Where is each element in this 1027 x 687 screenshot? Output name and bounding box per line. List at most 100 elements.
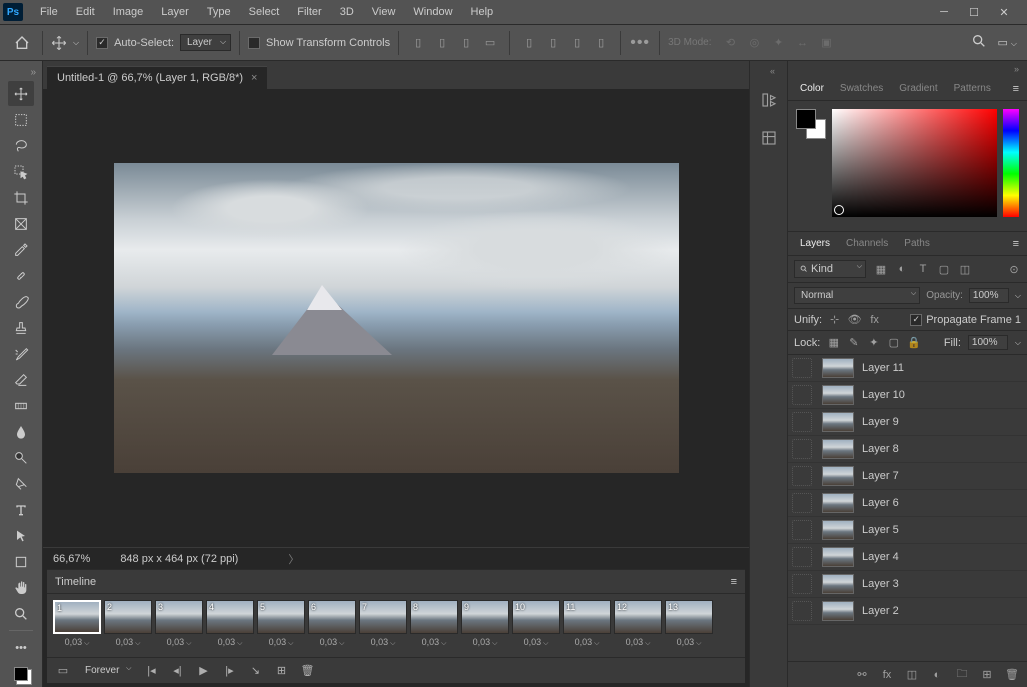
menu-help[interactable]: Help	[462, 0, 503, 25]
layer-thumbnail[interactable]	[822, 547, 854, 567]
gradient-tool[interactable]	[8, 393, 34, 418]
layer-group-icon[interactable]: 🗀	[955, 665, 969, 684]
history-brush-tool[interactable]	[8, 341, 34, 366]
duplicate-frame-icon[interactable]: ⊞	[273, 664, 289, 677]
brush-tool[interactable]	[8, 289, 34, 314]
filter-smart-icon[interactable]: ◫	[958, 262, 972, 276]
layer-row[interactable]: Layer 5	[788, 517, 1027, 544]
timeline-frame[interactable]: 10,03	[53, 600, 101, 651]
layer-row[interactable]: Layer 3	[788, 571, 1027, 598]
auto-select-checkbox[interactable]	[96, 37, 108, 49]
zoom-tool[interactable]	[8, 601, 34, 626]
frame-tool[interactable]	[8, 211, 34, 236]
link-layers-icon[interactable]: ⚯	[855, 668, 869, 681]
layer-thumbnail[interactable]	[822, 520, 854, 540]
path-select-tool[interactable]	[8, 523, 34, 548]
move-tool-icon[interactable]: ⌵	[51, 35, 79, 51]
timeline-title[interactable]: Timeline	[55, 576, 96, 588]
align-bottom-icon[interactable]: ▯	[566, 32, 588, 54]
canvas-viewport[interactable]	[43, 89, 749, 547]
visibility-toggle[interactable]	[792, 358, 812, 378]
visibility-toggle[interactable]	[792, 520, 812, 540]
unify-style-icon[interactable]: fx	[868, 313, 881, 326]
frame-duration[interactable]: 0,03	[53, 637, 101, 648]
edit-toolbar-icon[interactable]: •••	[8, 635, 34, 660]
timeline-frame[interactable]: 120,03	[614, 600, 662, 651]
menu-3d[interactable]: 3D	[331, 0, 363, 25]
pen-tool[interactable]	[8, 471, 34, 496]
timeline-frame[interactable]: 20,03	[104, 600, 152, 651]
layer-row[interactable]: Layer 4	[788, 544, 1027, 571]
minimize-button[interactable]: ─	[936, 4, 952, 20]
play-icon[interactable]: ▶	[195, 664, 211, 677]
foreground-color-swatch[interactable]	[796, 109, 816, 129]
visibility-toggle[interactable]	[792, 439, 812, 459]
frame-duration[interactable]: 0,03	[665, 637, 713, 648]
timeline-menu-icon[interactable]: ≡	[731, 576, 737, 588]
layer-row[interactable]: Layer 2	[788, 598, 1027, 625]
tab-gradient[interactable]: Gradient	[891, 79, 945, 98]
visibility-toggle[interactable]	[792, 412, 812, 432]
frame-duration[interactable]: 0,03	[155, 637, 203, 648]
zoom-level[interactable]: 66,67%	[53, 553, 90, 565]
unify-visibility-icon[interactable]: 👁	[848, 313, 861, 326]
menu-layer[interactable]: Layer	[152, 0, 198, 25]
history-panel-icon[interactable]	[758, 89, 780, 111]
blend-mode-dropdown[interactable]: Normal	[794, 287, 920, 304]
layer-kind-filter[interactable]: Kind	[794, 260, 866, 278]
blur-tool[interactable]	[8, 419, 34, 444]
opacity-input[interactable]	[969, 288, 1009, 303]
visibility-toggle[interactable]	[792, 466, 812, 486]
document-tab[interactable]: Untitled-1 @ 66,7% (Layer 1, RGB/8*) ×	[47, 66, 267, 89]
loop-dropdown[interactable]: Forever	[81, 663, 133, 678]
frame-duration[interactable]: 0,03	[410, 637, 458, 648]
layer-row[interactable]: Layer 8	[788, 436, 1027, 463]
frame-duration[interactable]: 0,03	[104, 637, 152, 648]
eyedropper-tool[interactable]	[8, 237, 34, 262]
layer-row[interactable]: Layer 9	[788, 409, 1027, 436]
tab-swatches[interactable]: Swatches	[832, 79, 891, 98]
timeline-frame[interactable]: 90,03	[461, 600, 509, 651]
visibility-toggle[interactable]	[792, 547, 812, 567]
timeline-frame[interactable]: 100,03	[512, 600, 560, 651]
healing-tool[interactable]	[8, 263, 34, 288]
search-icon[interactable]	[971, 33, 987, 52]
fg-bg-swatches[interactable]	[796, 109, 826, 139]
timeline-frame[interactable]: 110,03	[563, 600, 611, 651]
filter-type-icon[interactable]: T	[916, 262, 930, 276]
layer-thumbnail[interactable]	[822, 601, 854, 621]
propagate-checkbox[interactable]	[910, 314, 922, 326]
dock-expand-icon[interactable]: «	[762, 63, 783, 79]
menu-window[interactable]: Window	[404, 0, 461, 25]
visibility-toggle[interactable]	[792, 601, 812, 621]
timeline-frame[interactable]: 60,03	[308, 600, 356, 651]
layer-thumbnail[interactable]	[822, 439, 854, 459]
layer-thumbnail[interactable]	[822, 412, 854, 432]
auto-select-dropdown[interactable]: Layer	[180, 34, 231, 51]
timeline-frame[interactable]: 80,03	[410, 600, 458, 651]
tab-patterns[interactable]: Patterns	[946, 79, 999, 98]
visibility-toggle[interactable]	[792, 574, 812, 594]
lock-artboard-icon[interactable]: ▢	[887, 336, 900, 349]
tab-layers[interactable]: Layers	[792, 234, 838, 253]
frame-duration[interactable]: 0,03	[257, 637, 305, 648]
timeline-frame[interactable]: 30,03	[155, 600, 203, 651]
distribute-icon[interactable]: ▯	[590, 32, 612, 54]
align-center-h-icon[interactable]: ▯	[431, 32, 453, 54]
frame-duration[interactable]: 0,03	[308, 637, 356, 648]
move-tool[interactable]	[8, 81, 34, 106]
layer-row[interactable]: Layer 10	[788, 382, 1027, 409]
frame-duration[interactable]: 0,03	[512, 637, 560, 648]
visibility-toggle[interactable]	[792, 493, 812, 513]
marquee-tool[interactable]	[8, 107, 34, 132]
workspace-switcher[interactable]: ▭ ⌵	[997, 36, 1017, 49]
home-button[interactable]	[10, 31, 34, 55]
menu-image[interactable]: Image	[104, 0, 153, 25]
color-field[interactable]	[832, 109, 997, 217]
opacity-chevron-icon[interactable]: ⌵	[1015, 291, 1021, 301]
align-right-icon[interactable]: ▯	[455, 32, 477, 54]
align-top-icon[interactable]: ▯	[518, 32, 540, 54]
align-stretch-icon[interactable]: ▭	[479, 32, 501, 54]
filter-pixel-icon[interactable]: ▦	[874, 262, 888, 276]
frame-duration[interactable]: 0,03	[614, 637, 662, 648]
